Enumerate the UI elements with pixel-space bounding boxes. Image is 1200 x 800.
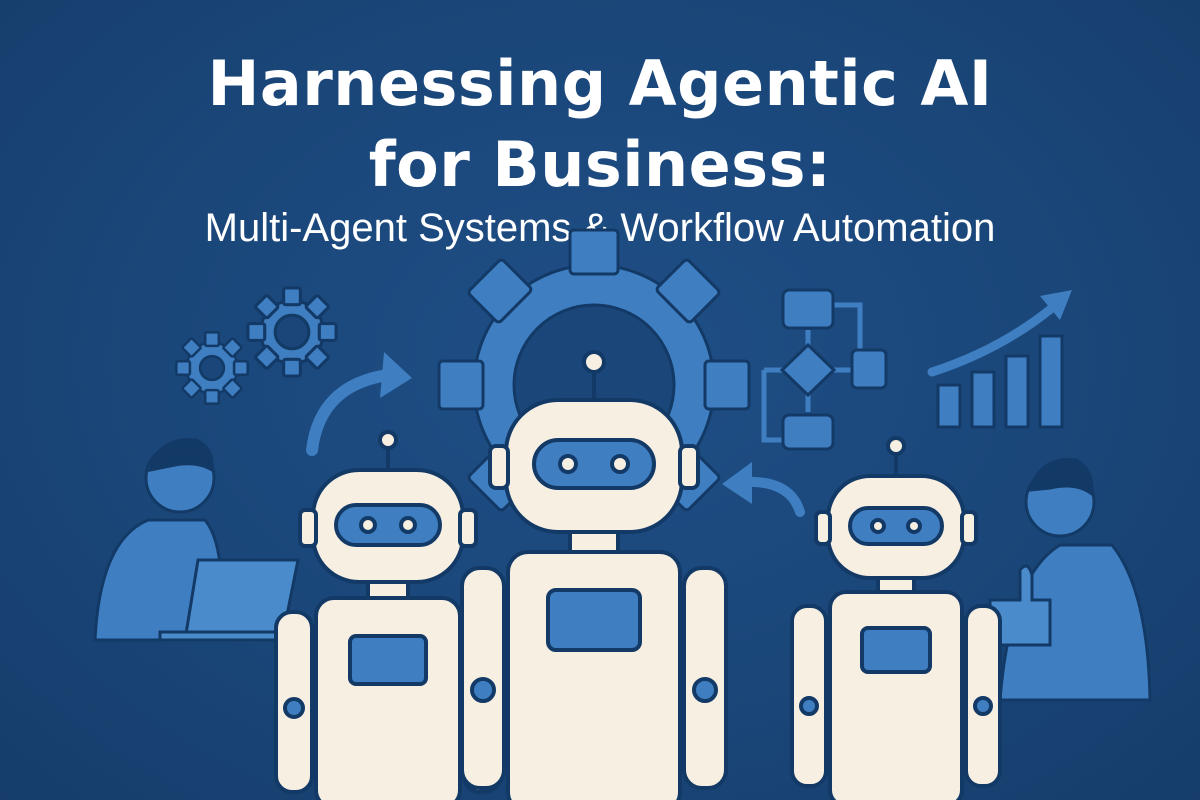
gears-icon	[175, 286, 338, 405]
return-arrow-icon	[722, 462, 805, 517]
person-thumbs-up-icon	[988, 458, 1152, 702]
person-laptop-icon	[93, 438, 312, 642]
flowchart-icon	[761, 288, 888, 451]
curved-arrow-icon	[306, 352, 412, 456]
robot-icon	[274, 350, 1002, 800]
poster-canvas: Harnessing Agentic AI for Business: Mult…	[0, 0, 1200, 800]
illustration	[93, 228, 1152, 800]
growth-chart-icon	[927, 290, 1072, 429]
